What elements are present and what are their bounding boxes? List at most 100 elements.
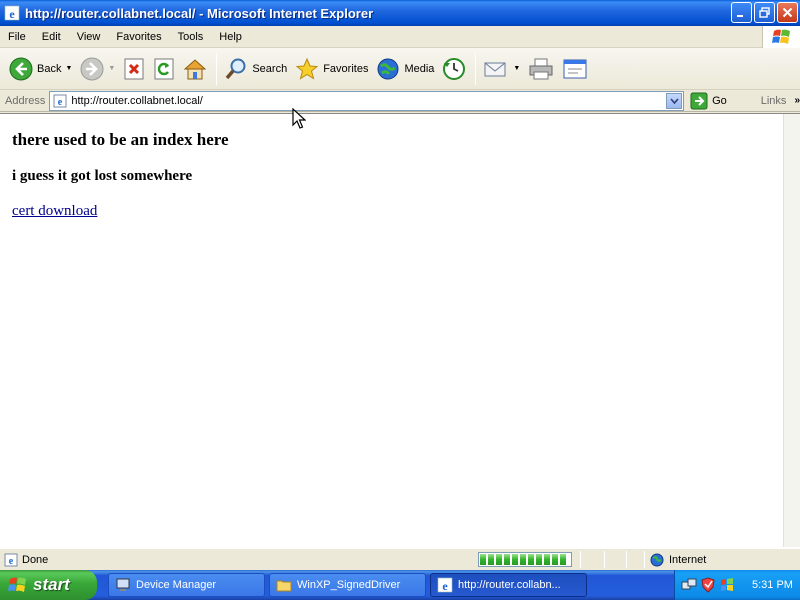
progress-segment (536, 554, 542, 565)
menu-favorites[interactable]: Favorites (108, 31, 169, 43)
restore-button[interactable] (754, 2, 775, 23)
address-bar: Address e http://router.collabnet.local/… (0, 90, 800, 112)
window-title: http://router.collabnet.local/ - Microso… (25, 5, 374, 21)
system-tray: 5:31 PM (674, 570, 800, 600)
folder-icon (276, 580, 292, 592)
task-signed-driver-folder[interactable]: WinXP_SignedDriver (269, 573, 426, 597)
zone-label: Internet (669, 554, 707, 566)
menu-edit[interactable]: Edit (34, 31, 69, 43)
menu-tools[interactable]: Tools (170, 31, 212, 43)
stop-icon (124, 58, 144, 79)
history-icon (443, 57, 466, 80)
search-icon (226, 58, 246, 79)
search-button[interactable]: Search (221, 51, 290, 87)
minimize-button[interactable] (731, 2, 752, 23)
vertical-scrollbar[interactable] (783, 114, 800, 547)
progress-segment (504, 554, 510, 565)
ie-page-icon: e (4, 553, 18, 567)
address-dropdown-button[interactable] (666, 92, 683, 109)
windows-logo (762, 26, 800, 48)
menu-bar: File Edit View Favorites Tools Help (0, 26, 800, 48)
minimize-icon (737, 15, 743, 17)
search-label: Search (252, 62, 288, 75)
taskbar: start Device Manager WinXP_SignedDriver … (0, 570, 800, 600)
refresh-button[interactable] (150, 51, 178, 87)
ie-page-icon: e (53, 94, 67, 108)
svg-text:e: e (9, 7, 15, 21)
media-button[interactable]: Media (373, 51, 437, 87)
mail-icon (484, 62, 506, 76)
history-button[interactable] (439, 51, 469, 87)
status-bar: e Done Internet (0, 548, 800, 570)
page-heading: there used to be an index here (12, 130, 229, 149)
status-divider (580, 551, 581, 568)
address-input[interactable]: e http://router.collabnet.local/ (49, 90, 685, 111)
maximize-icon (759, 7, 770, 18)
progress-segment (552, 554, 558, 565)
cert-download-link[interactable]: cert download (12, 203, 97, 219)
page-content: there used to be an index here i guess i… (12, 130, 229, 220)
status-divider (644, 551, 645, 568)
page-subheading: i guess it got lost somewhere (12, 168, 193, 184)
task-label: Device Manager (136, 579, 217, 591)
favorites-label: Favorites (323, 62, 369, 75)
ie-icon: e (437, 577, 453, 593)
progress-segment (520, 554, 526, 565)
menu-file[interactable]: File (0, 31, 34, 43)
star-icon (295, 57, 319, 80)
edit-button[interactable] (559, 51, 591, 87)
status-divider (626, 551, 627, 568)
windows-flag-icon (771, 29, 790, 44)
close-button[interactable] (777, 2, 798, 23)
progress-segment (512, 554, 518, 565)
refresh-icon (154, 58, 174, 79)
edit-page-icon (563, 59, 587, 78)
status-text: Done (22, 553, 49, 566)
chevron-right-icon[interactable]: » (794, 95, 800, 106)
task-device-manager[interactable]: Device Manager (108, 573, 265, 597)
go-button[interactable]: Go (690, 92, 727, 110)
back-label: Back (37, 62, 62, 75)
mouse-cursor-icon (292, 108, 306, 129)
start-label: start (33, 575, 70, 594)
print-button[interactable] (525, 51, 557, 87)
chevron-down-icon[interactable]: ▼ (65, 65, 72, 72)
chevron-down-icon (669, 97, 679, 104)
clock: 5:31 PM (752, 579, 793, 591)
forward-arrow-icon (80, 57, 104, 80)
toolbar-separator (216, 52, 218, 85)
menu-help[interactable]: Help (211, 31, 250, 43)
progress-segment (544, 554, 550, 565)
home-icon (184, 58, 207, 79)
address-label: Address (5, 94, 46, 107)
links-label[interactable]: Links (761, 95, 787, 107)
progress-bar (478, 552, 572, 567)
security-shield-icon[interactable] (700, 577, 716, 593)
forward-button[interactable]: ▼ (77, 51, 118, 87)
address-url: http://router.collabnet.local/ (71, 94, 203, 107)
home-button[interactable] (180, 51, 210, 87)
svg-text:e: e (9, 556, 14, 567)
progress-segment (528, 554, 534, 565)
toolbar: Back ▼ ▼ Search Favorites Media ▼ (0, 48, 800, 90)
go-label: Go (712, 94, 727, 107)
back-button[interactable]: Back ▼ (6, 51, 75, 87)
chevron-down-icon[interactable]: ▼ (108, 65, 115, 72)
windows-flag-icon (8, 577, 26, 592)
menu-view[interactable]: View (69, 31, 109, 43)
globe-icon (650, 553, 664, 567)
svg-text:e: e (58, 97, 63, 108)
task-label: http://router.collabn... (458, 579, 561, 591)
task-internet-explorer[interactable]: e http://router.collabn... (430, 573, 587, 597)
stop-button[interactable] (120, 51, 148, 87)
svg-text:e: e (442, 579, 448, 593)
windows-update-icon[interactable] (719, 577, 735, 593)
page-viewport: there used to be an index here i guess i… (0, 113, 800, 548)
start-button[interactable]: start (0, 570, 97, 600)
mail-button[interactable]: ▼ (480, 51, 523, 87)
chevron-down-icon[interactable]: ▼ (513, 65, 520, 72)
task-label: WinXP_SignedDriver (297, 579, 401, 591)
printer-icon (529, 58, 553, 79)
favorites-button[interactable]: Favorites (292, 51, 371, 87)
network-icon[interactable] (681, 577, 697, 593)
